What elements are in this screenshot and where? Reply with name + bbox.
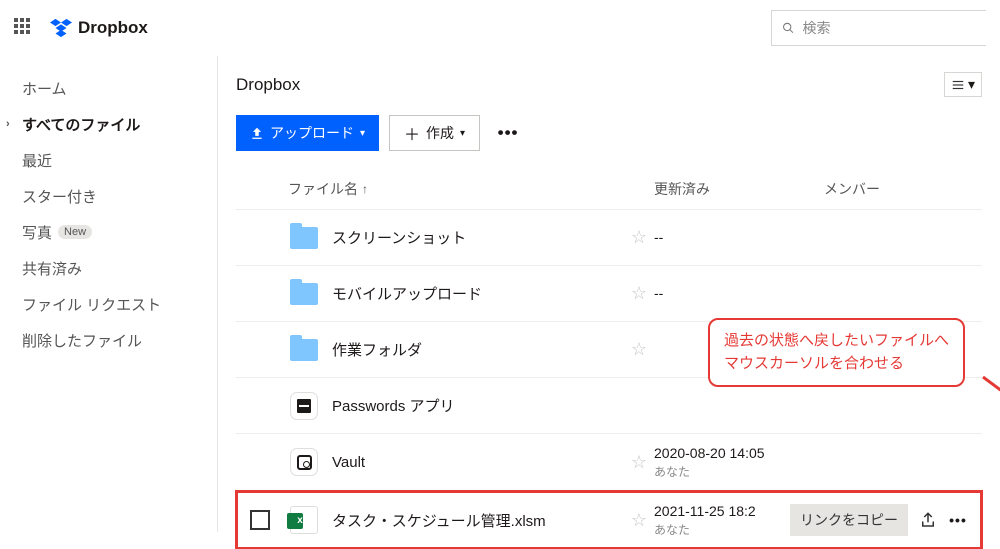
sidebar-item-label: 写真 [22,222,52,243]
updated-text: -- [654,229,663,245]
brand-name: Dropbox [78,18,148,38]
star-icon[interactable]: ☆ [624,227,654,248]
share-icon[interactable] [918,510,938,530]
table-row[interactable]: スクリーンショット ☆ -- [236,209,982,265]
file-name: Passwords アプリ [322,395,624,416]
chevron-down-icon: ▾ [360,128,365,139]
vault-icon [290,448,318,476]
file-name: Vault [322,454,624,471]
create-button[interactable]: ＋ 作成 ▾ [389,115,480,151]
plus-icon: ＋ [404,121,420,145]
upload-button[interactable]: アップロード ▾ [236,115,379,151]
folder-icon [290,339,318,361]
sidebar-item-all-files[interactable]: › すべてのファイル [0,106,217,142]
sidebar-item-home[interactable]: ホーム [0,70,217,106]
table-row[interactable]: モバイルアップロード ☆ -- [236,265,982,321]
sidebar-item-label: スター付き [22,186,97,207]
passwords-app-icon [290,392,318,420]
sidebar-item-shared[interactable]: 共有済み [0,250,217,286]
star-icon[interactable]: ☆ [624,339,654,360]
chevron-down-icon: ▾ [460,128,465,139]
star-icon[interactable]: ☆ [624,510,654,531]
sidebar-item-photos[interactable]: 写真 New [0,214,217,250]
annotation-text: マウスカーソルを合わせる [724,353,949,376]
folder-icon [290,283,318,305]
updated-text: -- [654,285,663,301]
sort-asc-icon: ↑ [362,182,368,196]
sidebar-item-recents[interactable]: 最近 [0,142,217,178]
sidebar-item-label: ホーム [22,78,67,99]
folder-icon [290,227,318,249]
new-badge: New [58,225,92,239]
sidebar: ホーム › すべてのファイル 最近 スター付き 写真 New 共有済み ファイル リ… [0,56,218,532]
view-options-button[interactable]: ▾ [944,72,982,97]
more-actions-button[interactable]: ••• [490,115,526,151]
main-content: Dropbox ▾ アップロード ▾ ＋ 作成 ▾ ••• ファイル名 ↑ [218,56,1000,532]
sidebar-item-label: 共有済み [22,258,82,279]
sidebar-item-label: ファイル リクエスト [22,294,161,315]
table-header: ファイル名 ↑ 更新済み メンバー [236,173,982,209]
column-header-name[interactable]: ファイル名 ↑ [272,179,624,199]
sidebar-item-deleted[interactable]: 削除したファイル [0,322,217,358]
updated-by: あなた [654,523,690,537]
sidebar-item-label: すべてのファイル [22,114,140,135]
table-row[interactable]: x タスク・スケジュール管理.xlsm ☆ 2021-11-25 18:2 あなた… [236,491,982,549]
search-box[interactable] [771,10,986,46]
file-name: スクリーンショット [322,227,624,248]
page-title: Dropbox [236,75,300,95]
sidebar-item-label: 削除したファイル [22,330,142,351]
table-row[interactable]: Vault ☆ 2020-08-20 14:05 あなた [236,433,982,491]
upload-label: アップロード [270,123,354,143]
brand-logo[interactable]: Dropbox [50,17,148,39]
copy-link-button[interactable]: リンクをコピー [790,504,908,536]
updated-text: 2020-08-20 14:05 [654,445,765,461]
excel-file-icon: x [290,506,318,534]
upload-icon [250,126,264,140]
annotation-callout: 過去の状態へ戻したいファイルへ マウスカーソルを合わせる [708,318,965,387]
file-name: 作業フォルダ [322,339,624,360]
search-input[interactable] [803,20,976,36]
updated-by: あなた [654,465,690,479]
star-icon[interactable]: ☆ [624,283,654,304]
chevron-right-icon: › [6,118,10,130]
annotation-text: 過去の状態へ戻したいファイルへ [724,330,949,353]
star-icon[interactable]: ☆ [624,452,654,473]
file-name: モバイルアップロード [322,283,624,304]
app-launcher-icon[interactable] [14,18,34,38]
list-icon [951,78,965,92]
updated-text: 2021-11-25 18:2 [654,503,756,519]
file-name: タスク・スケジュール管理.xlsm [322,510,624,531]
sidebar-item-file-requests[interactable]: ファイル リクエスト [0,286,217,322]
column-header-members[interactable]: メンバー [824,179,974,199]
chevron-down-icon: ▾ [968,76,975,93]
dropbox-icon [50,17,72,39]
sidebar-item-label: 最近 [22,150,52,171]
sidebar-item-starred[interactable]: スター付き [0,178,217,214]
search-icon [782,21,795,35]
row-checkbox[interactable] [250,510,270,530]
row-more-actions-button[interactable]: ••• [948,510,968,530]
column-header-updated[interactable]: 更新済み [654,179,824,199]
create-label: 作成 [426,123,454,143]
